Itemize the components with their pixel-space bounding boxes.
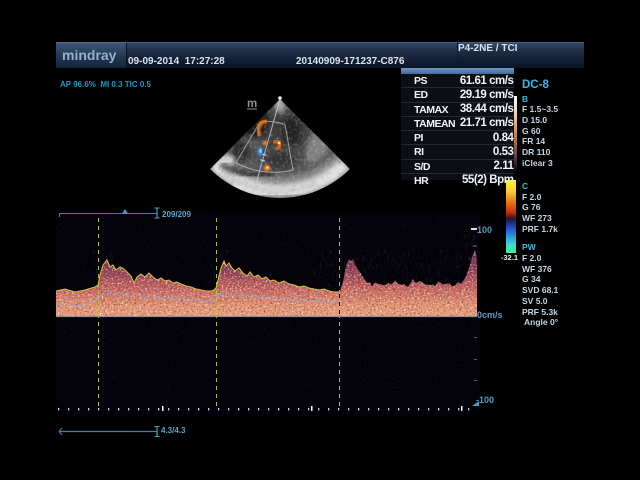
svg-text:m: m <box>247 98 257 110</box>
